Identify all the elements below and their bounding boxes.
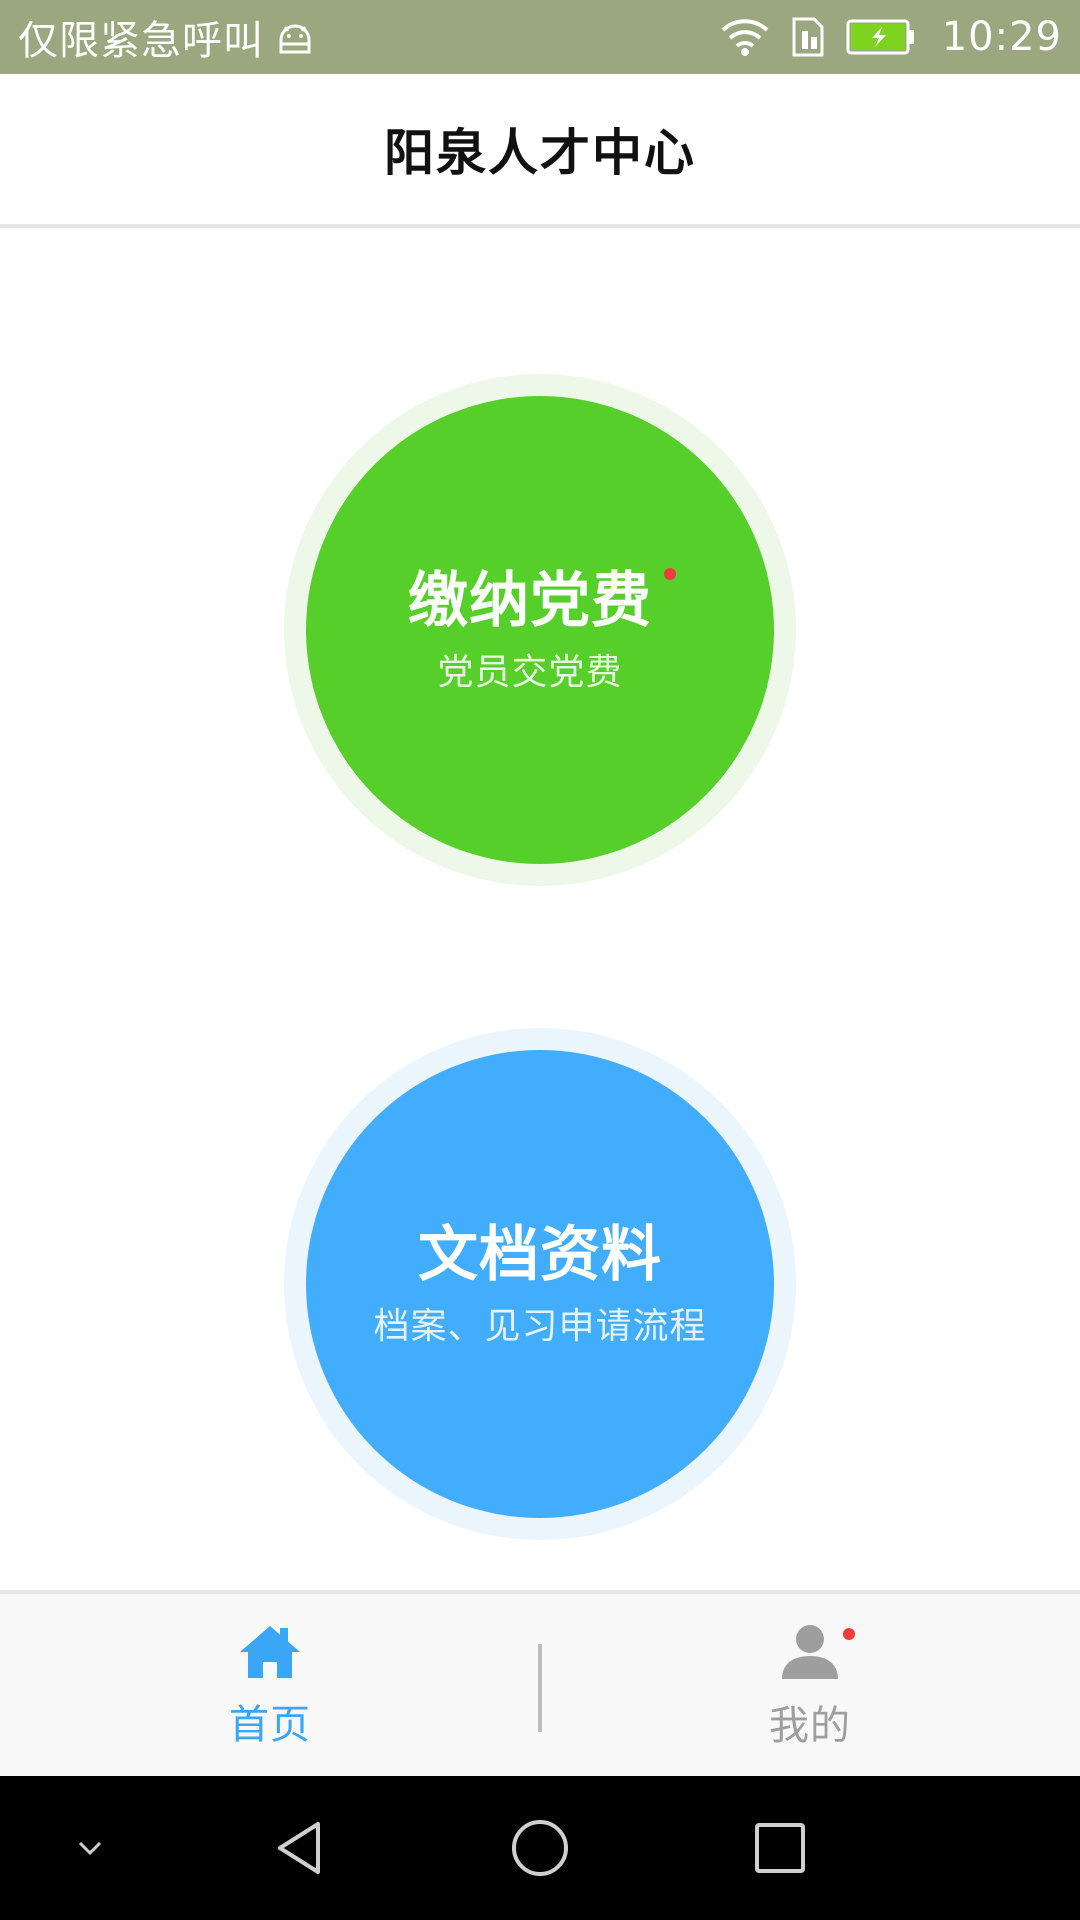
documents-subtitle: 档案、见习申请流程 <box>373 1306 707 1347</box>
status-time: 10:29 <box>941 14 1062 60</box>
app-screen: 仅限紧急呼叫 10:29 阳泉人才中心 缴纳党费 党员交党费 文档资料 档案、见… <box>0 0 1080 1920</box>
carrier-text: 仅限紧急呼叫 <box>18 18 264 64</box>
page-title: 阳泉人才中心 <box>384 124 696 182</box>
wifi-icon <box>720 17 770 57</box>
sim-icon <box>790 17 826 57</box>
documents-title: 文档资料 <box>418 1220 662 1290</box>
tab-bar: 首页 我的 <box>0 1590 1080 1780</box>
collapse-icon[interactable] <box>50 1776 130 1920</box>
pay-dues-button[interactable]: 缴纳党费 党员交党费 <box>306 396 774 864</box>
documents-button[interactable]: 文档资料 档案、见习申请流程 <box>306 1050 774 1518</box>
tab-home[interactable]: 首页 <box>0 1594 540 1780</box>
tab-mine-label: 我的 <box>769 1703 851 1749</box>
documents-card-halo: 文档资料 档案、见习申请流程 <box>284 1028 796 1540</box>
system-nav-bar <box>0 1776 1080 1920</box>
status-right: 10:29 <box>720 10 1062 64</box>
android-icon <box>276 20 314 54</box>
status-bar: 仅限紧急呼叫 10:29 <box>0 0 1080 74</box>
battery-charging-icon <box>846 19 916 55</box>
pay-dues-card-halo: 缴纳党费 党员交党费 <box>284 374 796 886</box>
home-icon <box>238 1624 302 1684</box>
status-left: 仅限紧急呼叫 <box>18 10 314 64</box>
back-icon[interactable] <box>250 1776 350 1920</box>
header: 阳泉人才中心 <box>0 74 1080 228</box>
pay-dues-subtitle: 党员交党费 <box>437 652 623 693</box>
pay-dues-title: 缴纳党费 <box>408 566 652 636</box>
tab-mine[interactable]: 我的 <box>540 1594 1080 1780</box>
home-circle-icon[interactable] <box>490 1776 590 1920</box>
user-icon <box>778 1623 842 1685</box>
tab-home-label: 首页 <box>229 1702 311 1748</box>
recents-icon[interactable] <box>730 1776 830 1920</box>
notification-dot <box>843 1628 855 1640</box>
notification-dot <box>664 568 676 580</box>
